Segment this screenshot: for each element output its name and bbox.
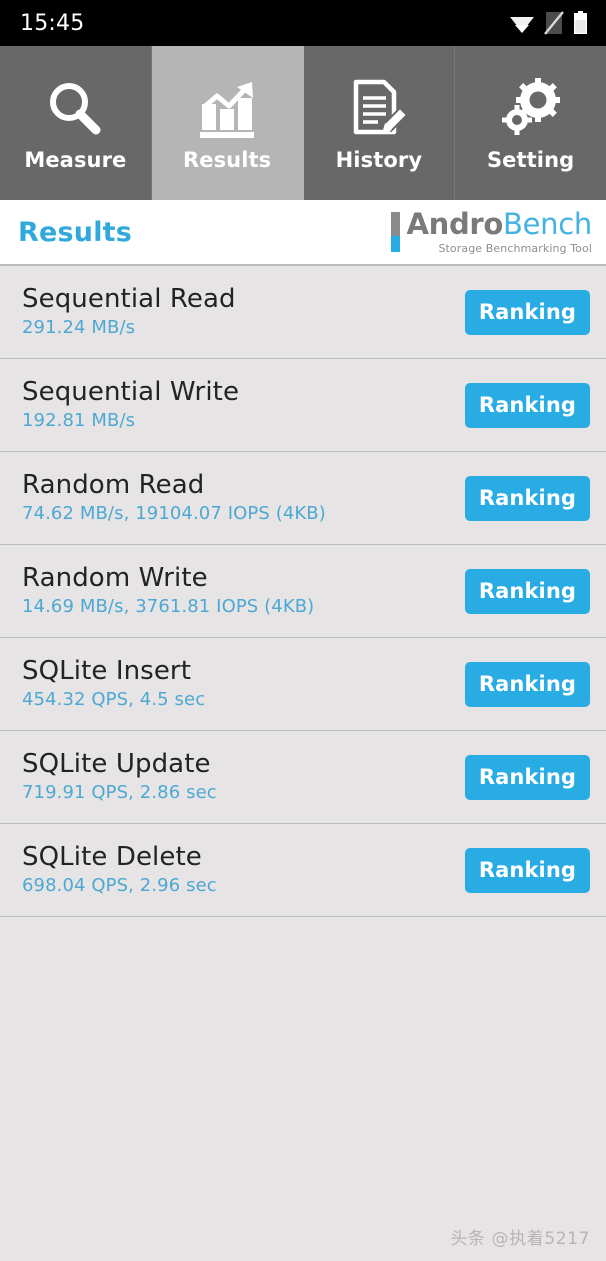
result-name: SQLite Delete bbox=[22, 842, 202, 873]
logo-bar-icon bbox=[391, 212, 401, 252]
table-row: Random Read 74.62 MB/s, 19104.07 IOPS (4… bbox=[0, 452, 606, 545]
result-info: Random Write 14.69 MB/s, 3761.81 IOPS (4… bbox=[22, 565, 314, 616]
result-info: SQLite Insert 454.32 QPS, 4.5 sec bbox=[22, 658, 205, 709]
status-icon-group bbox=[509, 11, 588, 35]
ranking-button[interactable]: Ranking bbox=[464, 475, 590, 521]
document-pencil-icon bbox=[348, 74, 410, 140]
result-value: 14.69 MB/s, 3761.81 IOPS (4KB) bbox=[22, 595, 315, 617]
page-header: Results AndroBench Storage Benchmarking … bbox=[0, 200, 606, 266]
result-name: Sequential Read bbox=[22, 284, 236, 315]
no-sim-icon bbox=[544, 11, 564, 35]
app-root: 15:45 Measure Results History Setting Re… bbox=[0, 0, 606, 1261]
tab-results[interactable]: Results bbox=[151, 46, 304, 200]
result-info: SQLite Delete 698.04 QPS, 2.96 sec bbox=[22, 844, 217, 895]
battery-icon bbox=[573, 11, 588, 35]
result-value: 291.24 MB/s bbox=[22, 316, 136, 338]
result-info: SQLite Update 719.91 QPS, 2.86 sec bbox=[22, 751, 217, 802]
ranking-button[interactable]: Ranking bbox=[464, 382, 590, 428]
logo-tagline: Storage Benchmarking Tool bbox=[438, 241, 592, 255]
tab-setting[interactable]: Setting bbox=[455, 46, 606, 200]
logo-text: AndroBench Storage Benchmarking Tool bbox=[406, 206, 592, 255]
ranking-button[interactable]: Ranking bbox=[464, 847, 590, 893]
tab-results-label: Results bbox=[182, 148, 272, 172]
bar-chart-arrow-icon bbox=[196, 74, 258, 140]
table-row: SQLite Insert 454.32 QPS, 4.5 sec Rankin… bbox=[0, 638, 606, 731]
result-info: Sequential Read 291.24 MB/s bbox=[22, 286, 236, 337]
result-name: Random Read bbox=[22, 470, 205, 501]
ranking-button[interactable]: Ranking bbox=[464, 289, 590, 335]
ranking-button[interactable]: Ranking bbox=[464, 661, 590, 707]
result-info: Sequential Write 192.81 MB/s bbox=[22, 379, 239, 430]
tab-setting-label: Setting bbox=[486, 148, 575, 172]
table-row: Random Write 14.69 MB/s, 3761.81 IOPS (4… bbox=[0, 545, 606, 638]
tab-measure-label: Measure bbox=[24, 148, 127, 172]
page-title: Results bbox=[18, 216, 133, 248]
result-name: SQLite Update bbox=[22, 749, 211, 780]
table-row: SQLite Update 719.91 QPS, 2.86 sec Ranki… bbox=[0, 731, 606, 824]
gears-icon bbox=[500, 74, 562, 140]
table-row: SQLite Delete 698.04 QPS, 2.96 sec Ranki… bbox=[0, 824, 606, 917]
result-name: Sequential Write bbox=[22, 377, 240, 408]
androbench-logo: AndroBench Storage Benchmarking Tool bbox=[391, 206, 592, 255]
tab-history-label: History bbox=[335, 148, 423, 172]
result-value: 74.62 MB/s, 19104.07 IOPS (4KB) bbox=[22, 502, 326, 524]
table-row: Sequential Read 291.24 MB/s Ranking bbox=[0, 266, 606, 359]
magnifier-icon bbox=[44, 74, 106, 140]
status-bar: 15:45 bbox=[0, 0, 606, 46]
ranking-button[interactable]: Ranking bbox=[464, 568, 590, 614]
tab-measure[interactable]: Measure bbox=[0, 46, 152, 200]
result-name: Random Write bbox=[22, 563, 208, 594]
watermark: 头条 @执着5217 bbox=[450, 1229, 590, 1249]
logo-wordmark: AndroBench bbox=[406, 206, 592, 241]
result-value: 719.91 QPS, 2.86 sec bbox=[22, 781, 217, 803]
wifi-icon bbox=[509, 12, 535, 34]
logo-bench: Bench bbox=[503, 206, 592, 241]
tab-history[interactable]: History bbox=[303, 46, 456, 200]
result-value: 192.81 MB/s bbox=[22, 409, 136, 431]
status-clock: 15:45 bbox=[20, 10, 85, 36]
tab-bar: Measure Results History Setting bbox=[0, 46, 606, 200]
logo-andro: Andro bbox=[406, 206, 504, 241]
ranking-button[interactable]: Ranking bbox=[464, 754, 590, 800]
result-name: SQLite Insert bbox=[22, 656, 192, 687]
result-value: 698.04 QPS, 2.96 sec bbox=[22, 874, 217, 896]
results-list: Sequential Read 291.24 MB/s Ranking Sequ… bbox=[0, 266, 606, 1261]
result-info: Random Read 74.62 MB/s, 19104.07 IOPS (4… bbox=[22, 472, 326, 523]
table-row: Sequential Write 192.81 MB/s Ranking bbox=[0, 359, 606, 452]
result-value: 454.32 QPS, 4.5 sec bbox=[22, 688, 206, 710]
